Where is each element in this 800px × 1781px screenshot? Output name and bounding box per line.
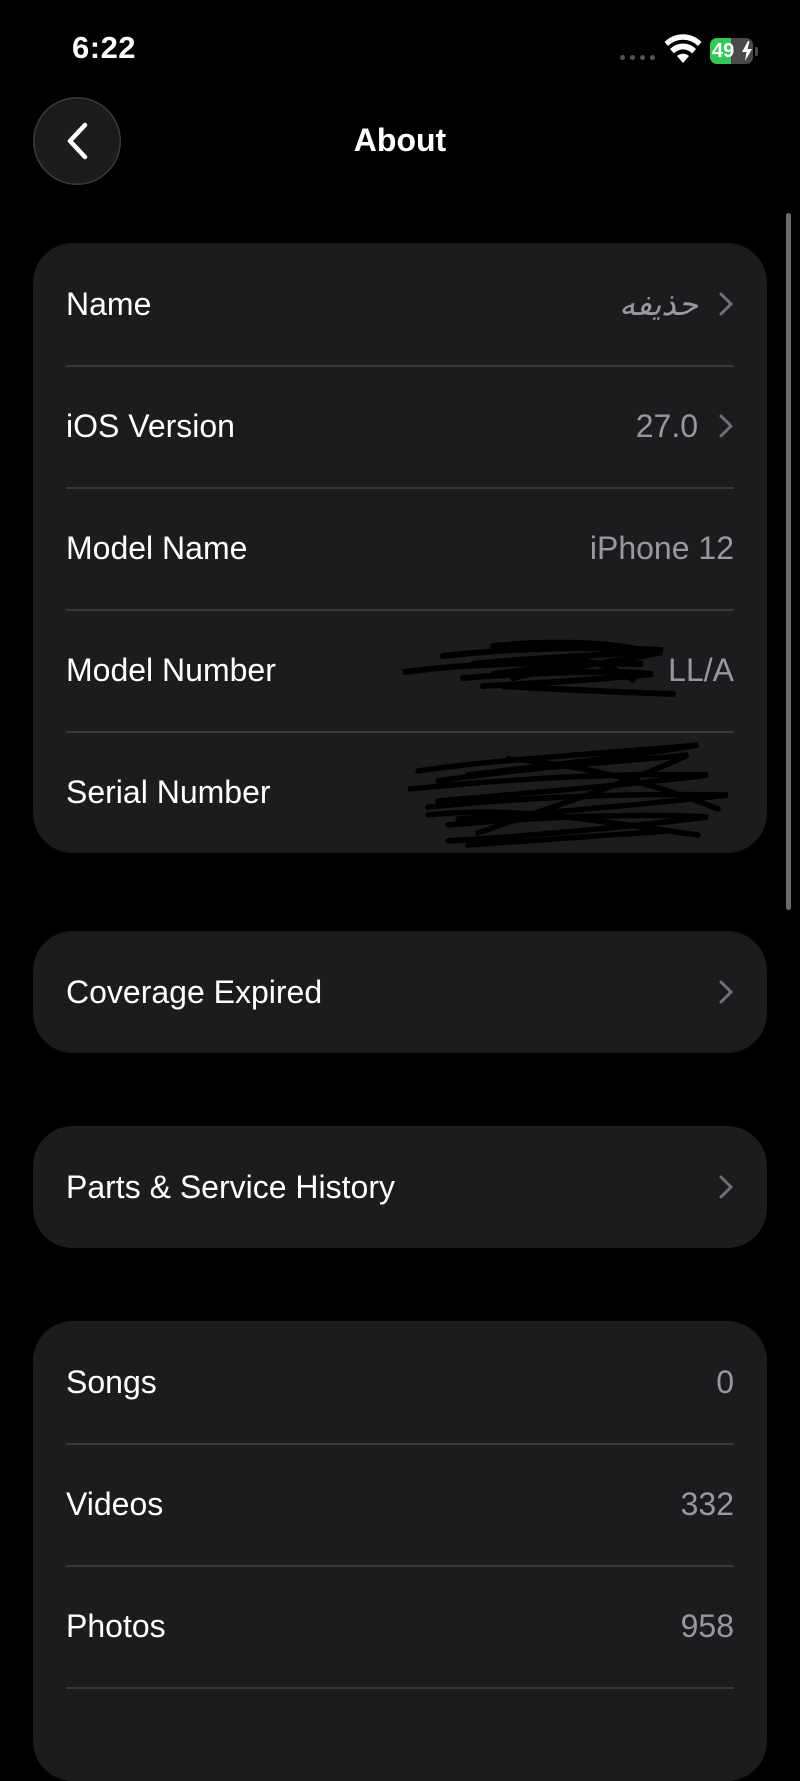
- row-songs: Songs 0: [33, 1321, 767, 1443]
- row-model-name: Model Name iPhone 12: [33, 487, 767, 609]
- row-value: 0: [716, 1363, 734, 1400]
- row-label: Songs: [66, 1363, 157, 1400]
- coverage-card: Coverage Expired: [33, 931, 767, 1053]
- coverage-label: Coverage Expired: [66, 973, 323, 1010]
- row-label: Model Name: [66, 529, 248, 566]
- row-model-number[interactable]: Model Number LL/A: [33, 609, 767, 731]
- status-time: 6:22: [72, 30, 137, 65]
- chevron-right-icon: [719, 414, 733, 438]
- row-value: 958: [680, 1607, 734, 1644]
- status-bar: 6:22 49: [0, 0, 800, 100]
- device-info-card: Name حذيفه iOS Version 27.0 Model Name i…: [33, 243, 767, 853]
- row-label: iOS Version: [66, 407, 235, 444]
- row-ios-version[interactable]: iOS Version 27.0: [33, 365, 767, 487]
- row-next-partial: [33, 1687, 767, 1781]
- battery-icon: 49: [710, 38, 758, 64]
- row-value: iPhone 12: [589, 529, 734, 566]
- row-label: Photos: [66, 1607, 166, 1644]
- row-label: Serial Number: [66, 773, 271, 810]
- row-coverage[interactable]: Coverage Expired: [33, 931, 767, 1053]
- chevron-right-icon: [719, 1175, 733, 1199]
- row-label: Model Number: [66, 651, 276, 688]
- row-value: 27.0: [635, 407, 698, 444]
- row-label: Videos: [66, 1485, 164, 1522]
- wifi-icon: [664, 34, 702, 63]
- scroll-indicator[interactable]: [786, 213, 791, 910]
- row-label: Name: [66, 285, 152, 322]
- battery-percent: 49: [712, 40, 735, 62]
- cellular-signal-icon: [620, 55, 655, 60]
- row-videos: Videos 332: [33, 1443, 767, 1565]
- row-photos: Photos 958: [33, 1565, 767, 1687]
- chevron-right-icon: [719, 292, 733, 316]
- row-value: LL/A: [668, 651, 734, 688]
- row-parts-service-history[interactable]: Parts & Service History: [33, 1126, 767, 1248]
- row-value: 332: [680, 1485, 734, 1522]
- row-serial-number[interactable]: Serial Number: [33, 731, 767, 853]
- parts-service-label: Parts & Service History: [66, 1168, 395, 1205]
- charging-bolt-icon: [742, 41, 752, 61]
- page-title: About: [353, 122, 447, 158]
- row-name[interactable]: Name حذيفه: [33, 243, 767, 365]
- chevron-right-icon: [719, 980, 733, 1004]
- media-counts-card: Songs 0 Videos 332 Photos 958: [33, 1321, 767, 1781]
- row-value: حذيفه: [619, 285, 698, 323]
- parts-service-card: Parts & Service History: [33, 1126, 767, 1248]
